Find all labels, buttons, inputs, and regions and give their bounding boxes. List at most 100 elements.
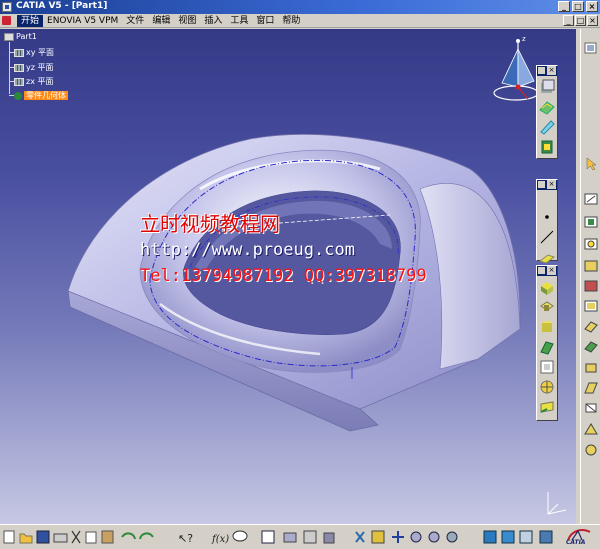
- tree-root-label: Part1: [16, 32, 37, 41]
- maximize-button[interactable]: □: [572, 1, 584, 12]
- menu-item-2[interactable]: 文件: [122, 15, 148, 27]
- comment-icon: [232, 530, 248, 542]
- tree-item-label-selected: 零件几何体: [24, 91, 68, 100]
- doc-minimize-button[interactable]: _: [563, 15, 574, 26]
- fx-icon: f(x): [211, 534, 229, 545]
- menu-item-0[interactable]: 开始: [17, 15, 44, 27]
- bottom-toolbar: ↖? f(x) CATIA: [0, 524, 600, 549]
- doc-restore-button[interactable]: □: [575, 15, 586, 26]
- copy-icon: [85, 531, 97, 544]
- menu-bar: 开始 ENOVIA V5 VPM 文件 编辑 视图 插入 工具 窗口 帮助 _ □ ×: [0, 14, 600, 28]
- window-title: CATIA V5 - [Part1]: [16, 1, 108, 11]
- thickness-icon[interactable]: [583, 361, 599, 375]
- toolbar-close-icon[interactable]: ×: [547, 266, 556, 275]
- remove-lump-icon[interactable]: [583, 319, 599, 333]
- part-body-icon: [14, 91, 22, 100]
- new-icon: [3, 530, 15, 544]
- window-titlebar: CATIA V5 - [Part1] _ □ ×: [0, 0, 600, 14]
- tree-item-yz-plane[interactable]: yz 平面: [14, 62, 53, 73]
- split-icon[interactable]: [583, 339, 599, 353]
- sketch-icon[interactable]: [538, 118, 556, 136]
- measure-item-icon[interactable]: [583, 192, 599, 206]
- menu-item-6[interactable]: 工具: [226, 15, 252, 27]
- tree-item-label: xy 平面: [26, 48, 55, 57]
- normal-view-icon: [446, 531, 458, 543]
- pattern-icon[interactable]: [583, 443, 599, 457]
- close-button[interactable]: ×: [586, 1, 598, 12]
- cut-icon: [71, 530, 81, 544]
- menu-item-7[interactable]: 窗口: [252, 15, 278, 27]
- select-arrow-icon[interactable]: [583, 157, 599, 171]
- plane-icon[interactable]: [538, 248, 556, 266]
- watermark-title: 立时视频教程网: [140, 212, 280, 236]
- toolbar-close-icon[interactable]: ×: [547, 180, 556, 189]
- pocket-icon[interactable]: [538, 298, 556, 316]
- pan-icon: [371, 530, 385, 544]
- watermark-contact: Tel:13794987192 QQ:397318799: [140, 266, 427, 286]
- bottom-toolbar-icons: ↖? f(x): [3, 530, 553, 545]
- part-icon: [4, 32, 14, 41]
- surface-icon[interactable]: [538, 98, 556, 116]
- plane-icon: [14, 48, 24, 57]
- draft-icon[interactable]: [583, 381, 599, 395]
- minimize-button[interactable]: _: [558, 1, 570, 12]
- mirror-icon[interactable]: [583, 422, 599, 436]
- doc-close-button[interactable]: ×: [587, 15, 598, 26]
- solid-icon[interactable]: [538, 138, 556, 156]
- menu-item-1[interactable]: ENOVIA V5 VPM: [43, 15, 122, 27]
- menu-item-5[interactable]: 插入: [200, 15, 226, 27]
- print-icon: [53, 533, 68, 543]
- fillet-icon[interactable]: [538, 378, 556, 396]
- right-toolbar: [580, 29, 600, 524]
- plane-icon: [14, 77, 24, 86]
- fit-all-icon: [355, 531, 365, 543]
- tree-item-zx-plane[interactable]: zx 平面: [14, 76, 53, 87]
- assemble-icon[interactable]: [583, 279, 599, 293]
- 3d-viewport[interactable]: Part1 xy 平面 yz 平面 zx 平面 零件几何体 立时视频教程网 ht…: [0, 29, 576, 524]
- catia-app-icon[interactable]: [2, 2, 12, 12]
- part-body-tool-icon[interactable]: [583, 215, 599, 229]
- zoom-out-icon: [428, 531, 440, 543]
- menu-item-8[interactable]: 帮助: [278, 15, 304, 27]
- part-body-icon[interactable]: [538, 78, 556, 96]
- document-window-controls: _ □ ×: [563, 15, 598, 26]
- tree-item-part-body[interactable]: 零件几何体: [14, 90, 68, 101]
- union-trim-icon[interactable]: [583, 299, 599, 313]
- menu-items: 开始 ENOVIA V5 VPM 文件 编辑 视图 插入 工具 窗口 帮助: [17, 15, 304, 27]
- line-icon[interactable]: [538, 228, 556, 246]
- extrude-icon[interactable]: [538, 278, 556, 296]
- chamfer-icon[interactable]: [538, 398, 556, 416]
- compass-axis-label: z: [522, 35, 526, 43]
- rib-icon[interactable]: [538, 338, 556, 356]
- tree-item-label: zx 平面: [26, 77, 54, 86]
- point-icon[interactable]: [538, 208, 556, 226]
- floating-toolbar-2[interactable]: ×: [536, 179, 558, 264]
- tree-item-label: yz 平面: [26, 63, 54, 72]
- menu-item-3[interactable]: 编辑: [148, 15, 174, 27]
- sketcher-icon[interactable]: [583, 41, 599, 55]
- table-icon: [261, 530, 275, 544]
- shaft-icon[interactable]: [538, 318, 556, 336]
- undo-icon: [121, 532, 136, 540]
- document-icon[interactable]: [2, 16, 11, 25]
- open-icon: [19, 533, 33, 544]
- save-icon: [36, 530, 50, 544]
- swap-icon: [539, 530, 553, 544]
- boolean-icon[interactable]: [583, 259, 599, 273]
- catia-logo-text: CATIA: [566, 539, 586, 546]
- tree-root[interactable]: Part1: [4, 32, 37, 41]
- floating-toolbar-3[interactable]: ×: [536, 265, 558, 421]
- plane-icon: [14, 63, 24, 72]
- floating-toolbar-1[interactable]: ×: [536, 65, 558, 159]
- help-icon: ↖?: [178, 532, 193, 545]
- tree-item-xy-plane[interactable]: xy 平面: [14, 47, 54, 58]
- iso-view-icon: [483, 530, 497, 544]
- toolbar-close-icon[interactable]: ×: [547, 66, 556, 75]
- paste-icon: [101, 530, 114, 544]
- geometric-set-icon[interactable]: [583, 237, 599, 251]
- menu-item-4[interactable]: 视图: [174, 15, 200, 27]
- measure-icon: [283, 532, 297, 543]
- fly-icon: [323, 532, 335, 544]
- shell-icon[interactable]: [583, 401, 599, 415]
- loft-icon[interactable]: [538, 358, 556, 376]
